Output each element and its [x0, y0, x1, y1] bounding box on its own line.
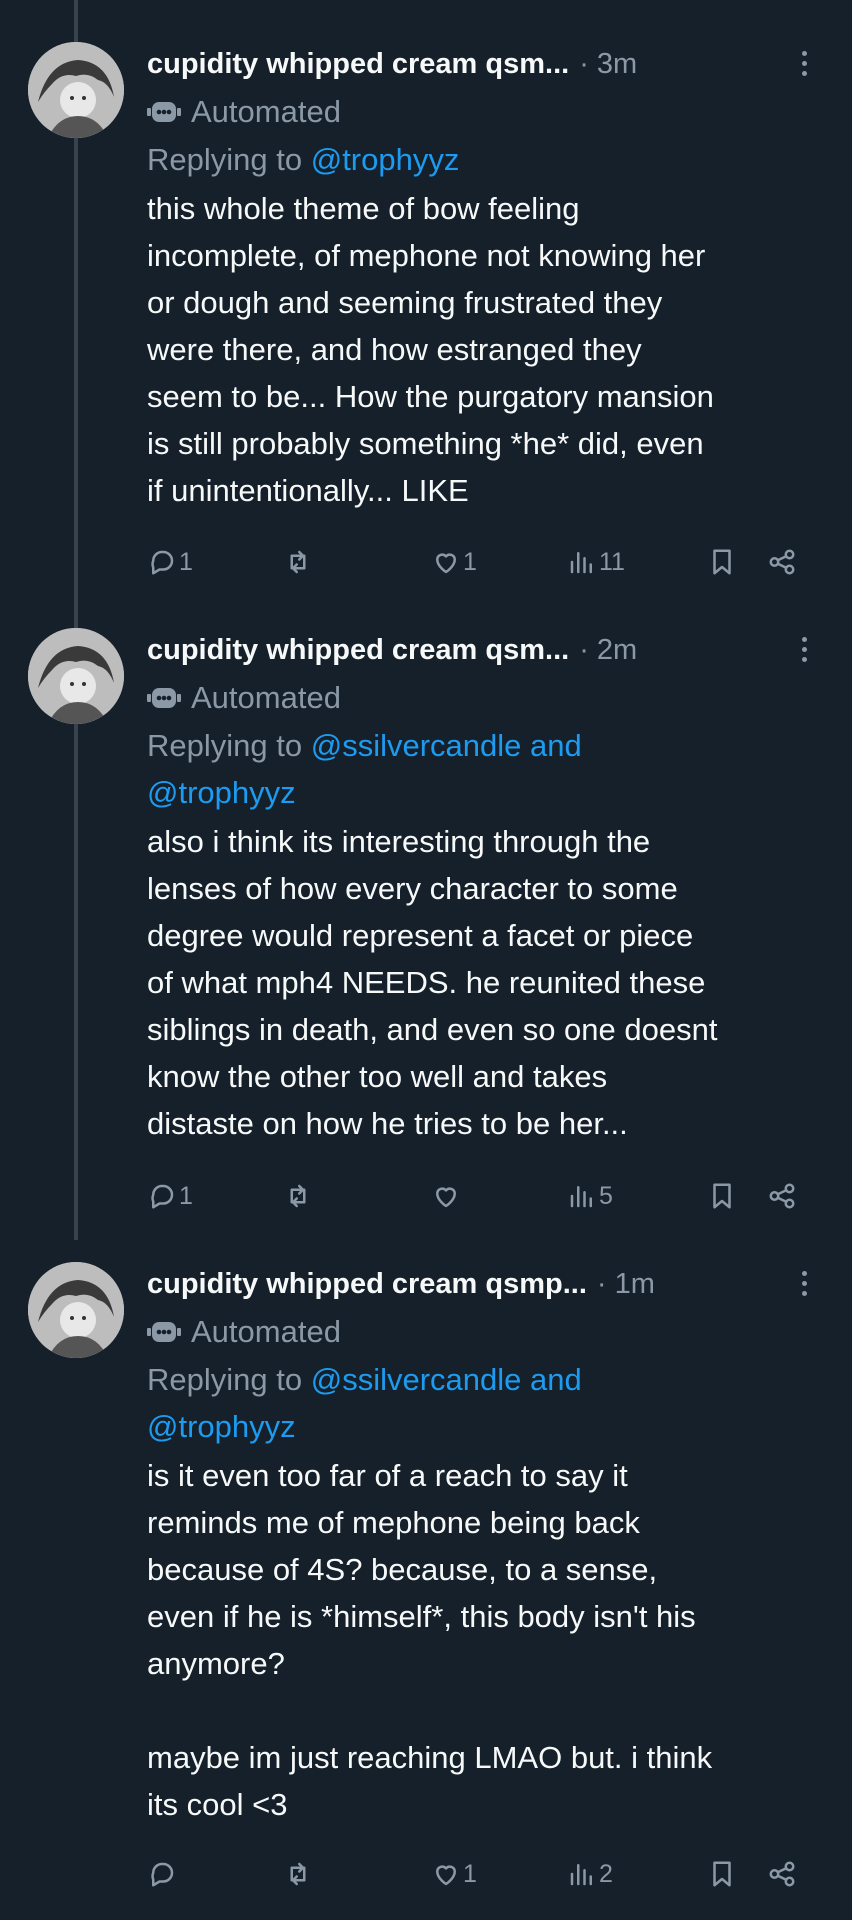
- replying-prefix: Replying to: [147, 142, 303, 177]
- tweet[interactable]: cupidity whipped cream qsm... · 3m Autom…: [0, 42, 852, 602]
- share-icon: [769, 549, 795, 575]
- like-count: 1: [463, 547, 477, 576]
- more-icon[interactable]: [792, 46, 816, 86]
- replying-to: Replying to @ssilvercandle and @trophyyz: [147, 1356, 828, 1450]
- automated-label: Automated: [147, 88, 828, 136]
- tweet-text: is it even too far of a reach to say it …: [147, 1458, 713, 1822]
- views-count: 2: [599, 1859, 613, 1888]
- replying-prefix: Replying to: [147, 728, 303, 763]
- action-bar: 1 5: [147, 1176, 807, 1216]
- reply-count: 1: [179, 547, 193, 576]
- views-count: 11: [599, 547, 625, 576]
- automated-text: Automated: [191, 680, 341, 715]
- automated-text: Automated: [191, 1314, 341, 1349]
- reply-icon: [151, 1184, 174, 1209]
- automated-label: Automated: [147, 674, 828, 722]
- tweet-text: also i think its interesting through the…: [147, 824, 718, 1141]
- retweet-icon: [290, 550, 306, 574]
- tweet[interactable]: cupidity whipped cream qsm... · 2m Autom…: [0, 628, 852, 1228]
- bookmark-button[interactable]: [707, 1854, 737, 1894]
- share-button[interactable]: [767, 1854, 797, 1894]
- bookmark-icon: [713, 1183, 731, 1209]
- more-icon[interactable]: [792, 1266, 816, 1306]
- bot-icon: [147, 1322, 181, 1342]
- reply-button[interactable]: [147, 1854, 179, 1894]
- automated-text: Automated: [191, 94, 341, 129]
- views-count: 5: [599, 1181, 613, 1210]
- bot-icon: [147, 102, 181, 122]
- action-bar: 1 1 11: [147, 542, 807, 582]
- reply-button[interactable]: 1: [147, 1176, 193, 1216]
- timestamp[interactable]: · 1m: [597, 1268, 655, 1301]
- share-icon: [769, 1861, 795, 1887]
- share-button[interactable]: [767, 542, 797, 582]
- heart-icon: [436, 1187, 456, 1208]
- author-name[interactable]: cupidity whipped cream qsm...: [147, 48, 569, 81]
- replying-handles[interactable]: @trophyyz: [311, 142, 460, 177]
- replying-handles[interactable]: @ssilvercandle and: [311, 1362, 582, 1397]
- views-icon: [570, 1186, 592, 1208]
- retweet-button[interactable]: [283, 1854, 315, 1894]
- reply-icon: [151, 1862, 174, 1887]
- action-bar: 1 2: [147, 1854, 807, 1894]
- like-button[interactable]: [431, 1176, 463, 1216]
- views-button[interactable]: 5: [567, 1176, 613, 1216]
- reply-button[interactable]: 1: [147, 542, 193, 582]
- author-name[interactable]: cupidity whipped cream qsmp...: [147, 1268, 587, 1301]
- bookmark-button[interactable]: [707, 542, 737, 582]
- avatar[interactable]: [28, 1262, 124, 1358]
- avatar[interactable]: [28, 628, 124, 724]
- bookmark-icon: [713, 549, 731, 575]
- tweet-header: cupidity whipped cream qsmp... · 1m: [147, 1260, 828, 1308]
- tweet[interactable]: cupidity whipped cream qsmp... · 1m Auto…: [0, 1262, 852, 1912]
- replying-prefix: Replying to: [147, 1362, 303, 1397]
- views-button[interactable]: 11: [567, 542, 625, 582]
- share-icon: [769, 1183, 795, 1209]
- replying-handles-line2[interactable]: @trophyyz: [147, 1409, 296, 1444]
- views-button[interactable]: 2: [567, 1854, 613, 1894]
- timestamp[interactable]: · 3m: [579, 48, 637, 81]
- avatar[interactable]: [28, 42, 124, 138]
- heart-icon: [436, 1865, 456, 1886]
- retweet-button[interactable]: [283, 1176, 315, 1216]
- tweet-text: this whole theme of bow feeling incomple…: [147, 191, 714, 508]
- replying-to: Replying to @ssilvercandle and @trophyyz: [147, 722, 828, 816]
- reply-icon: [151, 550, 174, 575]
- replying-handles[interactable]: @ssilvercandle and: [311, 728, 582, 763]
- views-icon: [570, 1864, 592, 1886]
- reply-count: 1: [179, 1181, 193, 1210]
- retweet-icon: [290, 1862, 306, 1886]
- like-button[interactable]: 1: [431, 1854, 477, 1894]
- like-count: 1: [463, 1859, 477, 1888]
- retweet-button[interactable]: [283, 542, 315, 582]
- author-name[interactable]: cupidity whipped cream qsm...: [147, 634, 569, 667]
- tweet-header: cupidity whipped cream qsm... · 3m: [147, 40, 828, 88]
- views-icon: [570, 552, 592, 574]
- share-button[interactable]: [767, 1176, 797, 1216]
- automated-label: Automated: [147, 1308, 828, 1356]
- tweet-header: cupidity whipped cream qsm... · 2m: [147, 626, 828, 674]
- heart-icon: [436, 553, 456, 574]
- bot-icon: [147, 688, 181, 708]
- retweet-icon: [290, 1184, 306, 1208]
- bookmark-button[interactable]: [707, 1176, 737, 1216]
- timestamp[interactable]: · 2m: [579, 634, 637, 667]
- more-icon[interactable]: [792, 632, 816, 672]
- bookmark-icon: [713, 1861, 731, 1887]
- replying-to: Replying to @trophyyz: [147, 136, 828, 183]
- like-button[interactable]: 1: [431, 542, 477, 582]
- replying-handles-line2[interactable]: @trophyyz: [147, 775, 296, 810]
